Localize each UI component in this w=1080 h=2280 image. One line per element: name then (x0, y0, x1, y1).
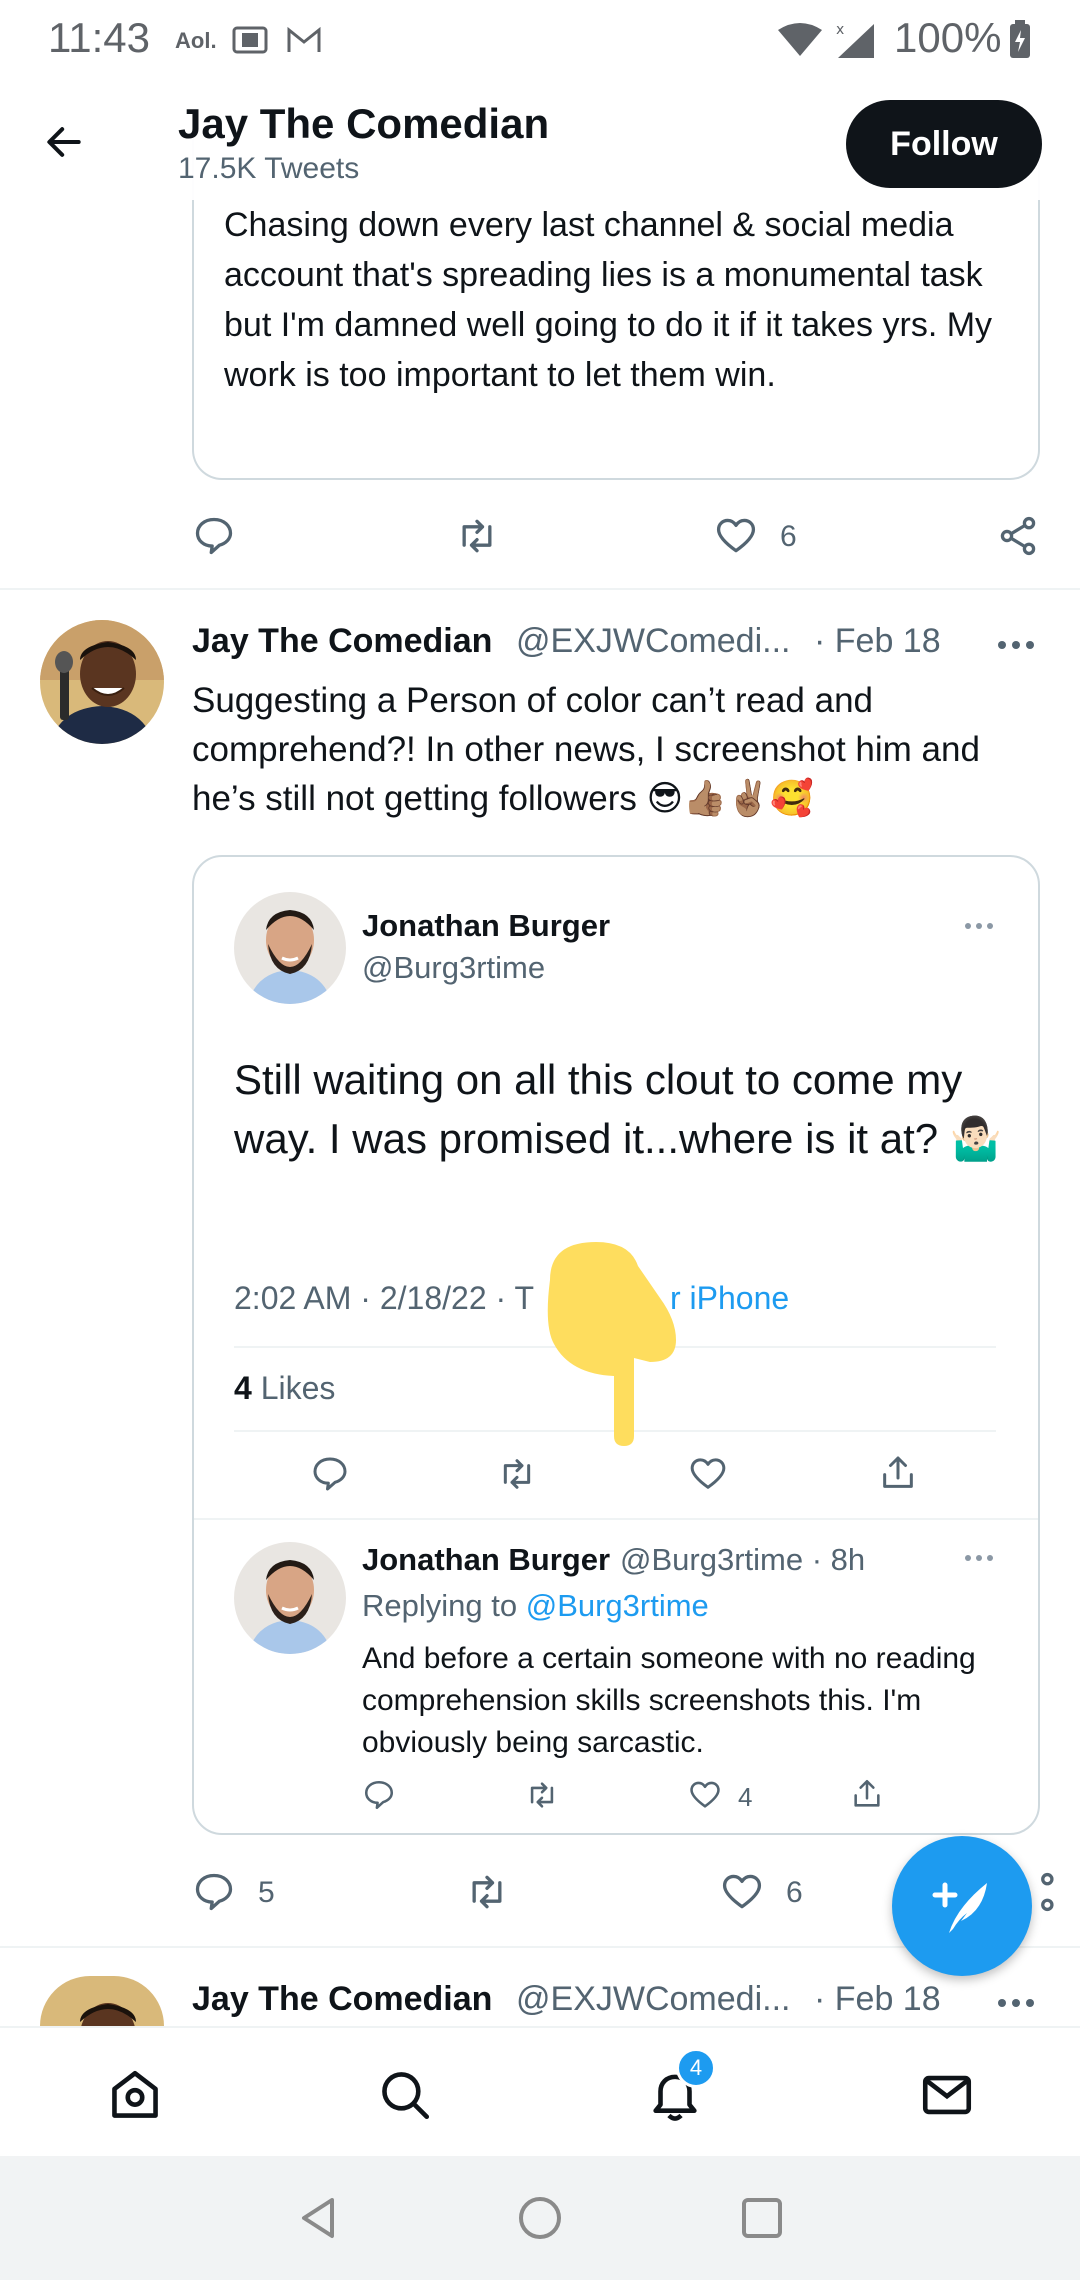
tweet-reply-count: 5 (258, 1876, 275, 1909)
share-icon[interactable] (996, 514, 1040, 558)
tweet-share-icon[interactable] (1036, 1870, 1066, 1914)
amazon-icon (232, 24, 268, 56)
profile-name: Jay The Comedian (178, 100, 550, 147)
quoted-tweet-text: Chasing down every last channel & social… (224, 206, 993, 394)
tweet-divider (0, 588, 1080, 590)
battery-icon (1008, 20, 1032, 60)
embedded-divider (194, 1518, 1038, 1520)
embedded-reply-text: And before a certain someone with no rea… (362, 1642, 976, 1759)
home-nav-icon[interactable] (516, 2194, 564, 2242)
reply-icon[interactable] (192, 514, 236, 558)
embedded-replying-to-handle: @Burg3rtime (525, 1588, 709, 1623)
back-nav-icon[interactable] (294, 2194, 342, 2242)
gmail-icon (286, 26, 322, 54)
embedded-author-handle: @Burg3rtime (362, 950, 546, 985)
signal-icon: x (834, 20, 878, 60)
tweet-like-count: 6 (786, 1876, 803, 1909)
next-more-options-icon[interactable] (994, 1988, 1038, 2018)
embedded-reply-name: Jonathan Burger (362, 1542, 611, 1577)
feather-plus-icon (932, 1882, 987, 1933)
embedded-reply-handle: @Burg3rtime · 8h (620, 1542, 866, 1577)
svg-text:x: x (836, 22, 844, 38)
embedded-avatar (234, 892, 346, 1004)
tweet-text: Suggesting a Person of color can’t read … (192, 681, 980, 818)
search-icon[interactable] (376, 2066, 434, 2124)
follow-button[interactable]: Follow (846, 100, 1042, 188)
next-tweet-author-handle[interactable]: @EXJWComedi... (516, 1980, 790, 2019)
embedded-replying-to: Replying to @Burg3rtime (362, 1588, 709, 1624)
home-icon[interactable] (106, 2066, 164, 2124)
next-tweet-date[interactable]: · Feb 18 (814, 1980, 941, 2019)
tweet-like-icon[interactable] (720, 1870, 764, 1914)
embedded-author-name: Jonathan Burger (362, 908, 611, 943)
like-count: 6 (780, 520, 797, 553)
avatar[interactable] (40, 620, 164, 744)
embedded-reply-more-icon (962, 1548, 996, 1568)
embedded-retweet-icon (496, 1454, 538, 1494)
status-bar: 11:43 Aol. x 100% (0, 0, 1080, 82)
embedded-likes: 4 Likes (234, 1370, 335, 1407)
embedded-reply-icon (310, 1454, 350, 1494)
wifi-icon (776, 22, 824, 58)
like-icon[interactable] (714, 514, 758, 558)
embedded-tweet-text: Still waiting on all this clout to come … (234, 1056, 1003, 1162)
compose-tweet-button[interactable] (892, 1836, 1032, 1976)
embedded-reply-reply-icon (362, 1778, 396, 1812)
embedded-share-icon (878, 1452, 918, 1494)
tweet-reply-icon[interactable] (192, 1870, 236, 1914)
embedded-reply-like-count: 4 (738, 1782, 753, 1812)
embedded-likes-label: Likes (251, 1370, 336, 1406)
next-avatar[interactable] (40, 1976, 164, 2026)
tweet-count: 17.5K Tweets (178, 152, 360, 185)
embedded-reply-share-icon (850, 1776, 884, 1812)
tweet-author-name[interactable]: Jay The Comedian (192, 622, 492, 661)
retweet-icon[interactable] (454, 514, 500, 558)
more-options-icon[interactable] (994, 630, 1038, 660)
tweet-retweet-icon[interactable] (464, 1870, 510, 1914)
pointing-hand-icon (530, 1240, 690, 1450)
tweet-date[interactable]: · Feb 18 (814, 622, 941, 661)
status-time: 11:43 (48, 14, 150, 61)
back-arrow-icon[interactable] (42, 120, 86, 164)
messages-icon[interactable] (918, 2066, 976, 2124)
notification-badge: 4 (676, 2048, 716, 2088)
embedded-reply-avatar (234, 1542, 346, 1654)
embedded-likes-count: 4 (234, 1370, 252, 1406)
embedded-meta: 2:02 AM · 2/18/22 · T (234, 1280, 535, 1316)
embedded-reply-retweet-icon (524, 1778, 560, 1812)
battery-text: 100% (894, 14, 1002, 61)
tweet-author-handle[interactable]: @EXJWComedi... (516, 622, 790, 661)
embedded-reply-like-icon (688, 1778, 722, 1812)
embedded-more-icon (962, 916, 996, 936)
embedded-replying-to-label: Replying to (362, 1588, 526, 1623)
embedded-like-icon (688, 1454, 728, 1494)
aol-icon: Aol. (175, 28, 217, 53)
recents-nav-icon[interactable] (738, 2194, 786, 2242)
next-tweet-author-name[interactable]: Jay The Comedian (192, 1980, 492, 2019)
